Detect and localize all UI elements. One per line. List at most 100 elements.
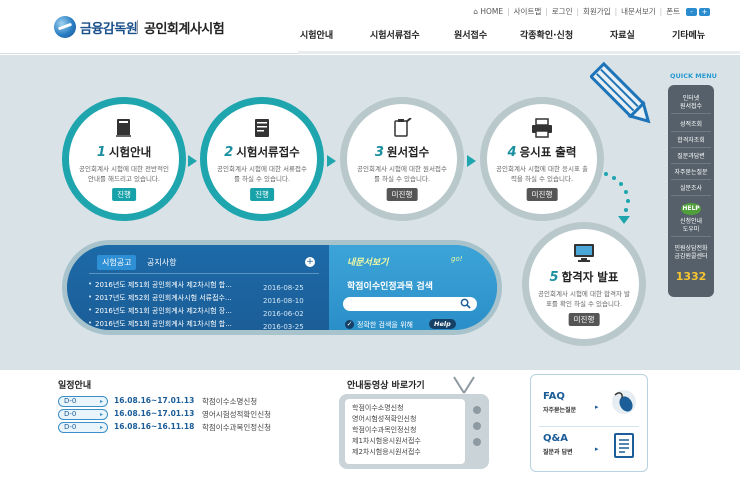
notice-date: 2016-08-10 bbox=[263, 297, 304, 305]
quick-survey[interactable]: 실문조사 bbox=[671, 185, 711, 196]
step-admission-ticket[interactable]: 4 응시표 출력 공인회계사 시험에 대한 응시표 출력을 하실 수 있습니다. … bbox=[480, 97, 604, 221]
notice-board: 시험공고 공지사항 + 2016년도 제51회 공인회계사 제2차시험 합...… bbox=[67, 245, 329, 330]
help-button[interactable]: Help bbox=[429, 319, 456, 329]
font-increase-button[interactable]: + bbox=[699, 7, 710, 16]
faq-subtitle[interactable]: 자주묻는질문 bbox=[543, 405, 576, 414]
qa-title[interactable]: Q&A bbox=[543, 433, 568, 444]
step-description: 공인회계사 시험에 대한 응시표 출력을 하실 수 있습니다. bbox=[496, 165, 588, 183]
search-title: 학점이수인정과목 검색 bbox=[347, 282, 433, 292]
video-link[interactable]: 영어시험성적확인신청 bbox=[352, 414, 416, 424]
notice-title: 2016년도 제51회 공인회계사 제2차시험 합... bbox=[95, 281, 232, 289]
step-title-text: 원서접수 bbox=[386, 145, 430, 159]
qa-document-icon[interactable] bbox=[613, 432, 637, 460]
site-name[interactable]: 공인회계사시험 bbox=[144, 18, 225, 37]
step-number: 5 bbox=[549, 270, 559, 285]
step-status-badge: 미진행 bbox=[568, 313, 600, 326]
nav-document-submission[interactable]: 시험서류접수 bbox=[370, 28, 420, 41]
my-docs-link[interactable]: 내문서보기 bbox=[347, 255, 388, 268]
schedule-item[interactable]: D-0 16.08.16~17.01.13 학점이수소명신청 bbox=[58, 396, 338, 408]
font-decrease-button[interactable]: - bbox=[686, 7, 697, 16]
step-description: 공인회계사 시험에 대한 서류접수를 하실 수 있습니다. bbox=[217, 165, 307, 183]
schedule-name: 학점이수소명신청 bbox=[202, 397, 258, 406]
step-title-text: 시험안내 bbox=[108, 145, 152, 159]
step-results[interactable]: 5 합격자 발표 공인회계사 시험에 대한 합격자 발표를 확인 하실 수 있습니… bbox=[522, 222, 646, 346]
book-icon bbox=[115, 118, 133, 143]
video-link[interactable]: 제1차시험응시원서접수 bbox=[352, 436, 421, 446]
faq-title[interactable]: FAQ bbox=[543, 391, 565, 402]
step-title: 3 원서접수 bbox=[347, 144, 457, 160]
pencil-icon bbox=[590, 61, 651, 124]
step-application[interactable]: 3 원서접수 공인회계사 시험에 대한 원서접수를 하실 수 있습니다. 미진행 bbox=[340, 97, 464, 221]
notice-title: 2016년도 제51회 공인회계사 제2차시험 장... bbox=[95, 307, 232, 315]
quick-menu-title: QUICK MENU bbox=[670, 72, 717, 80]
notice-title: 2017년도 제52회 공인회계사시험 서류접수... bbox=[95, 294, 232, 302]
dday-badge: D-0 bbox=[58, 422, 108, 433]
util-join-link[interactable]: 회원가입 bbox=[579, 6, 615, 17]
notice-item[interactable]: 2016년도 제51회 공인회계사 제2차시험 합... 2016-08-25 bbox=[88, 280, 325, 292]
video-link[interactable]: 학점이수과목인정신청 bbox=[352, 425, 416, 435]
dotted-path-icon bbox=[604, 172, 630, 224]
schedule-date: 16.08.16~17.01.13 bbox=[114, 409, 195, 418]
go-link[interactable]: go! bbox=[451, 255, 463, 263]
nav-exam-info[interactable]: 시험안내 bbox=[300, 28, 333, 41]
step-description: 공인회계사 시험에 대한 원서접수를 하실 수 있습니다. bbox=[357, 165, 447, 183]
quick-qna[interactable]: 질문과답변 bbox=[671, 153, 711, 164]
quick-score-lookup[interactable]: 성적조회 bbox=[671, 121, 711, 132]
dday-badge: D-0 bbox=[58, 409, 108, 420]
util-sitemap-link[interactable]: 사이트맵 bbox=[510, 6, 546, 17]
quick-faq[interactable]: 자주묻는질문 bbox=[671, 169, 711, 180]
quick-pass-lookup[interactable]: 합격자조회 bbox=[671, 137, 711, 148]
nav-confirm-apply[interactable]: 각종확인·신청 bbox=[520, 28, 573, 41]
tv-antenna-icon bbox=[453, 376, 475, 394]
faq-mouse-icon[interactable] bbox=[611, 389, 637, 415]
step-title: 4 응시표 출력 bbox=[487, 144, 597, 160]
step-description: 공인회계사 시험에 대한 합격자 발표를 확인 하실 수 있습니다. bbox=[538, 290, 630, 308]
nav-resources[interactable]: 자료실 bbox=[610, 28, 635, 41]
nav-etc[interactable]: 기타메뉴 bbox=[672, 28, 705, 41]
step-arrow-icon bbox=[188, 155, 202, 167]
video-title: 안내동영상 바로가기 bbox=[347, 381, 425, 391]
step-title-text: 시험서류접수 bbox=[236, 145, 300, 159]
more-plus-button[interactable]: + bbox=[305, 257, 315, 267]
step-description: 공인회계사 시험에 대한 전반적인 안내를 해드리고 있습니다. bbox=[79, 165, 169, 183]
notice-date: 2016-06-02 bbox=[263, 310, 304, 318]
video-list: 학점이수소명신청 영어시험성적확인신청 학점이수과목인정신청 제1차시험응시원서… bbox=[345, 399, 465, 464]
tv-knob-icon bbox=[473, 422, 481, 430]
utility-nav: ⌂ HOME | 사이트맵 | 로그인 | 회원가입 | 내문서보기 | 폰트 … bbox=[469, 6, 710, 17]
util-login-link[interactable]: 로그인 bbox=[548, 6, 577, 17]
step-title-text: 응시표 출력 bbox=[519, 145, 577, 159]
schedule-item[interactable]: D-0 16.08.16~17.01.13 영어시험성적확인신청 bbox=[58, 409, 338, 421]
video-tv: 학점이수소명신청 영어시험성적확인신청 학점이수과목인정신청 제1차시험응시원서… bbox=[339, 394, 489, 469]
search-icon[interactable] bbox=[460, 298, 471, 309]
quick-online-application[interactable]: 인터넷 원서접수 bbox=[671, 95, 711, 114]
printer-icon bbox=[531, 118, 553, 143]
util-home-link[interactable]: ⌂ HOME bbox=[469, 7, 507, 16]
step-document-submission[interactable]: 2 시험서류접수 공인회계사 시험에 대한 서류접수를 하실 수 있습니다. 진행 bbox=[200, 97, 324, 221]
course-search-input[interactable] bbox=[343, 297, 477, 311]
step-exam-info[interactable]: 1 시험안내 공인회계사 시험에 대한 전반적인 안내를 해드리고 있습니다. 진… bbox=[62, 97, 186, 221]
nav-application[interactable]: 원서접수 bbox=[454, 28, 487, 41]
notice-item[interactable]: 2016년도 제51회 공인회계사 제2차시험 장... 2016-06-02 bbox=[88, 306, 325, 318]
course-search: 내문서보기 go! 학점이수인정과목 검색 ✓ 정확한 검색을 위해 Help bbox=[329, 245, 497, 330]
tab-announcements[interactable]: 공지사항 bbox=[147, 257, 176, 268]
step-arrow-icon bbox=[327, 155, 341, 167]
notice-item[interactable]: 2016년도 제51회 공인회계사 제1차시험 합... 2016-03-25 bbox=[88, 319, 325, 330]
qa-arrow-icon[interactable]: ▸ bbox=[595, 445, 599, 453]
org-name[interactable]: 금융감독원 bbox=[80, 18, 138, 37]
step-status-badge: 진행 bbox=[112, 188, 136, 201]
util-mydocs-link[interactable]: 내문서보기 bbox=[617, 6, 660, 17]
header: 금융감독원 공인회계사시험 ⌂ HOME | 사이트맵 | 로그인 | 회원가입… bbox=[0, 0, 740, 54]
check-icon: ✓ bbox=[345, 320, 354, 329]
video-link[interactable]: 학점이수소명신청 bbox=[352, 403, 404, 413]
qa-subtitle[interactable]: 질문과 답변 bbox=[543, 447, 573, 456]
step-status-badge: 미진행 bbox=[386, 188, 418, 201]
help-icon: HELP bbox=[681, 203, 701, 215]
fss-logo-icon[interactable] bbox=[54, 16, 76, 38]
video-link[interactable]: 제2차시험응시원서접수 bbox=[352, 447, 421, 457]
schedule-item[interactable]: D-0 16.08.16~16.11.18 학점이수과목인정신청 bbox=[58, 422, 338, 434]
tab-exam-notice[interactable]: 시험공고 bbox=[97, 255, 137, 270]
quick-help-guide[interactable]: 신청안내 도우미 bbox=[671, 218, 711, 237]
notice-title: 2016년도 제51회 공인회계사 제1차시험 합... bbox=[95, 320, 232, 328]
notice-item[interactable]: 2017년도 제52회 공인회계사시험 서류접수... 2016-08-10 bbox=[88, 293, 325, 305]
faq-arrow-icon[interactable]: ▸ bbox=[595, 403, 599, 411]
